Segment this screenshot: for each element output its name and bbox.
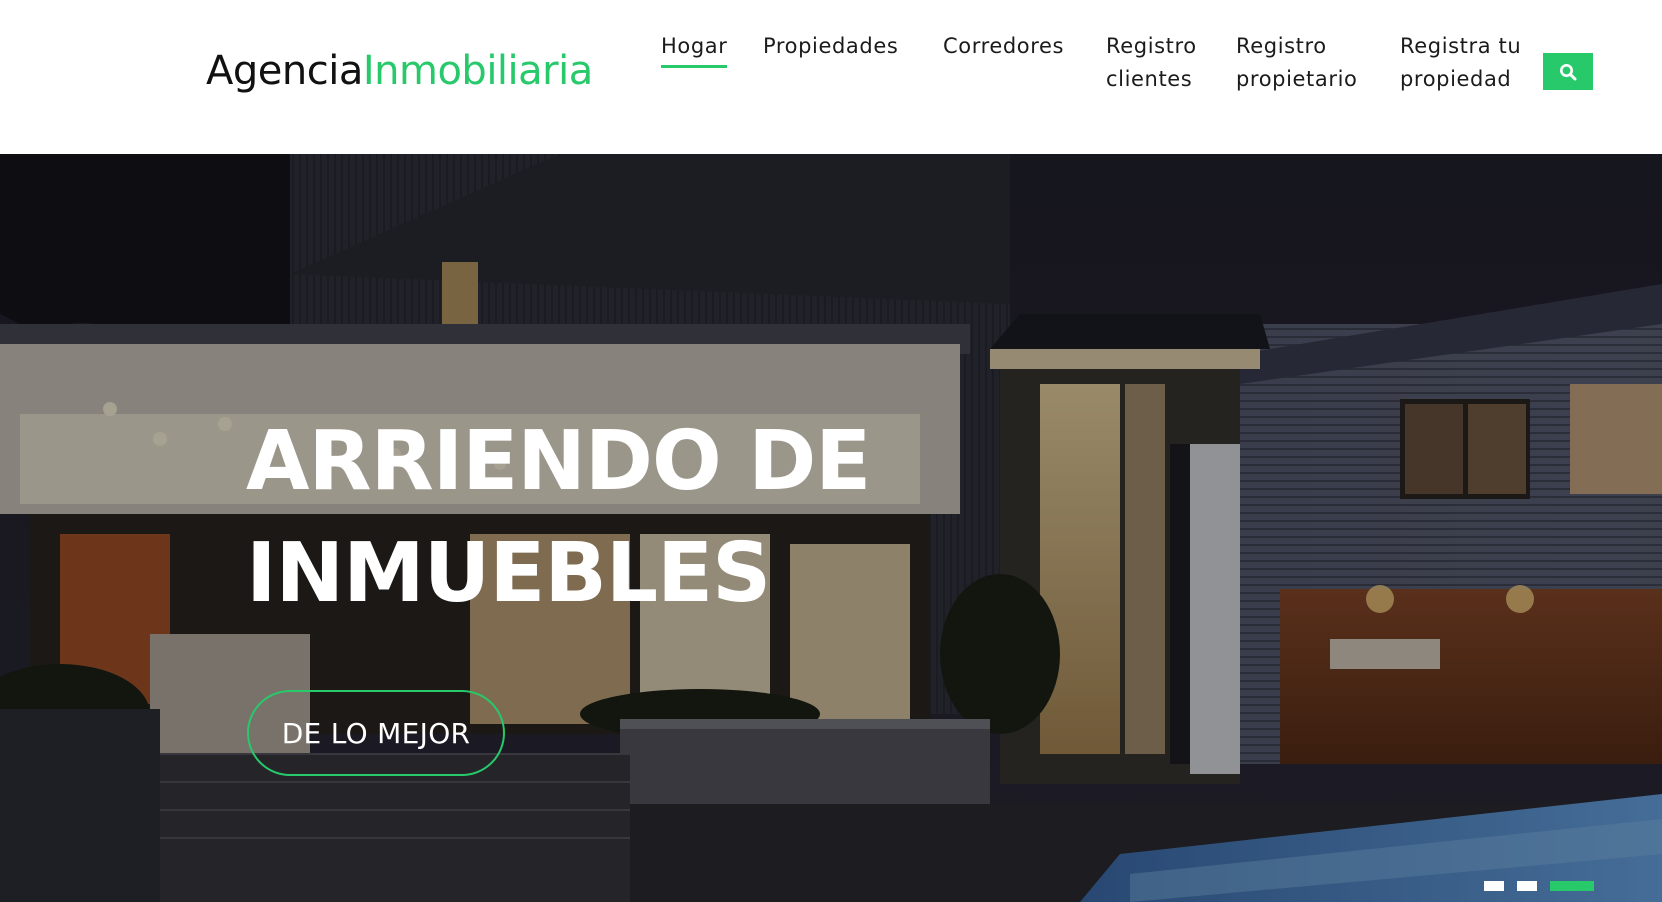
nav-item-registro-clientes[interactable]: Registro clientes (1106, 30, 1197, 96)
nav-item-label-line2: propiedad (1400, 67, 1512, 91)
hero-banner: ARRIENDO DE INMUEBLES DE LO MEJOR (0, 154, 1662, 902)
hero-cta-button[interactable]: DE LO MEJOR (247, 690, 505, 776)
nav-item-hogar[interactable]: Hogar (661, 30, 728, 68)
search-icon (1560, 63, 1577, 80)
active-nav-underline (661, 65, 728, 68)
slider-dot-2[interactable] (1517, 881, 1537, 891)
nav-item-label-line1: Registro (1106, 34, 1197, 58)
nav-item-label-line2: propietario (1236, 67, 1358, 91)
hero-title-line2: INMUEBLES (246, 526, 771, 621)
nav-item-label: Corredores (943, 34, 1065, 58)
nav-item-registro-propietario[interactable]: Registro propietario (1236, 30, 1357, 96)
nav-item-label: Propiedades (763, 34, 899, 58)
logo-text-agencia: Agencia (206, 48, 363, 94)
nav-item-corredores[interactable]: Corredores (943, 30, 1064, 63)
nav-item-propiedades[interactable]: Propiedades (763, 30, 898, 63)
slider-dot-1[interactable] (1484, 881, 1504, 891)
nav-item-label: Hogar (661, 34, 728, 58)
site-logo[interactable]: AgenciaInmobiliaria (206, 42, 593, 100)
logo-text-inmobiliaria: Inmobiliaria (362, 48, 593, 94)
nav-item-registra-tu-propiedad[interactable]: Registra tu propiedad (1400, 30, 1521, 96)
search-button[interactable] (1543, 53, 1593, 90)
hero-title: ARRIENDO DE INMUEBLES (246, 406, 871, 630)
nav-item-label-line1: Registro (1236, 34, 1327, 58)
slider-dot-3-active[interactable] (1550, 881, 1594, 891)
nav-item-label-line2: clientes (1106, 67, 1193, 91)
nav-item-label-line1: Registra tu (1400, 34, 1522, 58)
hero-title-line1: ARRIENDO DE (246, 414, 871, 509)
site-header: AgenciaInmobiliaria Hogar Propiedades Co… (0, 0, 1662, 154)
